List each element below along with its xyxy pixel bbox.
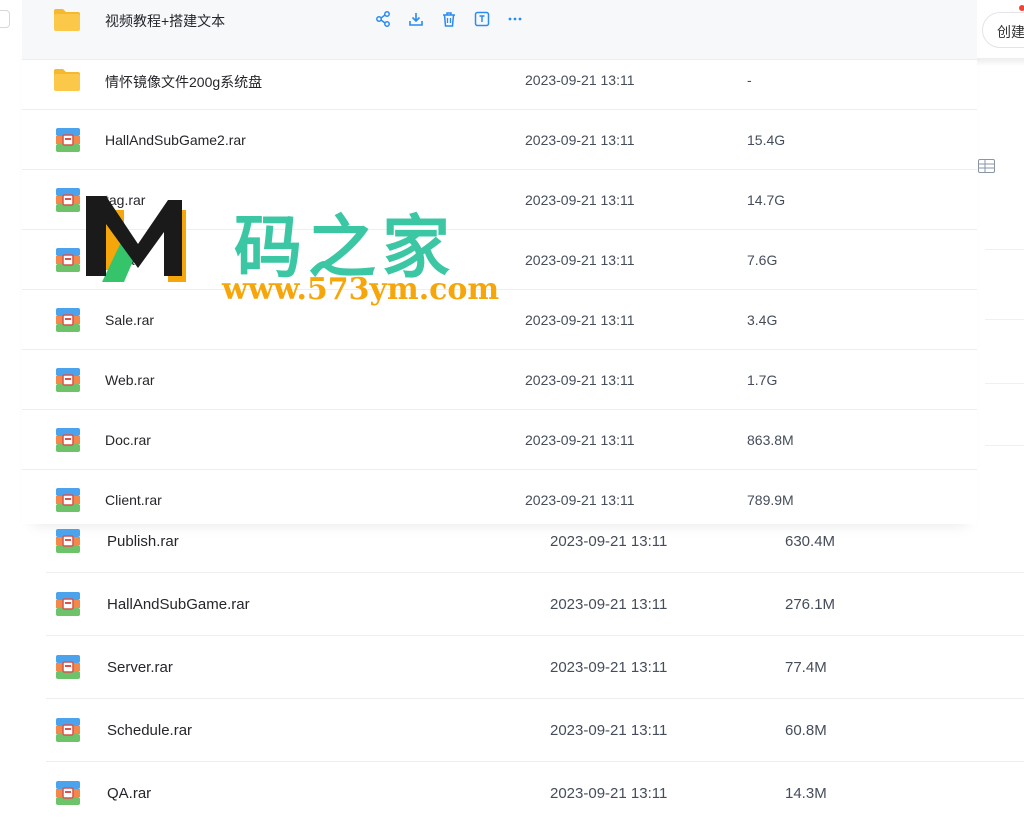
file-name[interactable]: QA.rar [107, 785, 151, 802]
file-size: 7.6G [747, 252, 778, 268]
file-size: 789.9M [747, 492, 794, 508]
create-button[interactable]: 创建 [982, 12, 1024, 48]
file-date: 2023-09-21 13:11 [525, 372, 635, 388]
file-size: - [747, 72, 752, 88]
file-name[interactable]: Server.rar [107, 659, 173, 676]
file-name[interactable]: tag.rar [105, 192, 145, 208]
archive-icon [54, 187, 82, 213]
file-date: 2023-09-21 13:11 [550, 785, 668, 802]
list-item[interactable]: HallAndSubGame.rar 2023-09-21 13:11 276.… [46, 573, 1024, 636]
file-date: 2023-09-21 13:11 [525, 192, 635, 208]
share-icon[interactable] [374, 9, 392, 29]
file-list-bottom: Publish.rar 2023-09-21 13:11 630.4M Hall… [0, 524, 1024, 822]
delete-icon[interactable] [440, 9, 458, 29]
more-icon[interactable] [506, 9, 524, 29]
divider [985, 383, 1024, 384]
list-item[interactable]: Publish.rar 2023-09-21 13:11 630.4M [46, 510, 1024, 573]
file-date: 2023-09-21 13:11 [525, 252, 635, 268]
file-size: 3.4G [747, 312, 778, 328]
list-item[interactable]: R...a 2023-09-21 13:11 7.6G [22, 230, 977, 290]
select-checkbox[interactable] [0, 10, 10, 28]
list-item[interactable]: QA.rar 2023-09-21 13:11 14.3M [46, 762, 1024, 822]
list-item[interactable]: tag.rar 2023-09-21 13:11 14.7G [22, 170, 977, 230]
grid-view-icon[interactable] [978, 159, 995, 173]
archive-icon [54, 654, 82, 680]
archive-icon [54, 591, 82, 617]
folder-icon [52, 67, 82, 93]
file-size: 276.1M [785, 596, 836, 613]
archive-icon [54, 367, 82, 393]
file-name[interactable]: HallAndSubGame2.rar [105, 132, 246, 148]
archive-icon [54, 127, 82, 153]
file-name[interactable]: R...a [105, 252, 135, 268]
file-size: 77.4M [785, 659, 827, 676]
file-name[interactable]: Doc.rar [105, 432, 151, 448]
file-date: 2023-09-21 13:11 [525, 492, 635, 508]
divider [985, 319, 1024, 320]
list-item[interactable]: Schedule.rar 2023-09-21 13:11 60.8M [46, 699, 1024, 762]
file-date: 2023-09-21 13:11 [525, 132, 635, 148]
archive-icon [54, 247, 82, 273]
rename-icon[interactable] [473, 9, 491, 29]
file-name[interactable]: Client.rar [105, 492, 162, 508]
file-name[interactable]: Publish.rar [107, 533, 179, 550]
file-size: 14.7G [747, 192, 786, 208]
file-size: 1.7G [747, 372, 778, 388]
list-item[interactable]: Server.rar 2023-09-21 13:11 77.4M [46, 636, 1024, 699]
file-date: 2023-09-21 13:11 [550, 533, 668, 550]
download-icon[interactable] [407, 9, 425, 29]
file-date: 2023-09-21 13:11 [525, 432, 635, 448]
file-name[interactable]: Web.rar [105, 372, 155, 388]
file-date: 2023-09-21 13:11 [525, 72, 635, 88]
file-size: 863.8M [747, 432, 794, 448]
file-name[interactable]: HallAndSubGame.rar [107, 596, 250, 613]
archive-icon [54, 717, 82, 743]
divider [985, 249, 1024, 250]
file-date: 2023-09-21 13:11 [550, 596, 668, 613]
divider [985, 445, 1024, 446]
file-size: 14.3M [785, 785, 827, 802]
file-name[interactable]: 情怀镜像文件200g系统盘 [105, 72, 262, 92]
file-date: 2023-09-21 13:11 [550, 722, 668, 739]
file-list-top: 视频教程+搭建文本 情怀镜像文件200g系统盘 2023-09-21 13:11… [0, 0, 977, 524]
notification-dot [1019, 5, 1024, 11]
archive-icon [54, 427, 82, 453]
folder-icon [52, 7, 82, 33]
archive-icon [54, 528, 82, 554]
file-name[interactable]: Sale.rar [105, 312, 154, 328]
right-panel-divider [977, 58, 1024, 66]
file-size: 630.4M [785, 533, 836, 550]
file-date: 2023-09-21 13:11 [550, 659, 668, 676]
file-size: 60.8M [785, 722, 827, 739]
file-name[interactable]: 视频教程+搭建文本 [105, 11, 225, 31]
file-name[interactable]: Schedule.rar [107, 722, 192, 739]
list-item[interactable]: Sale.rar 2023-09-21 13:11 3.4G [22, 290, 977, 350]
list-item[interactable]: HallAndSubGame2.rar 2023-09-21 13:11 15.… [22, 110, 977, 170]
archive-icon [54, 307, 82, 333]
archive-icon [54, 780, 82, 806]
file-size: 15.4G [747, 132, 786, 148]
file-date: 2023-09-21 13:11 [525, 312, 635, 328]
list-item[interactable]: 情怀镜像文件200g系统盘 2023-09-21 13:11 - [22, 50, 977, 110]
list-item[interactable]: Web.rar 2023-09-21 13:11 1.7G [22, 350, 977, 410]
row-toolbar [374, 9, 524, 29]
list-item[interactable]: Doc.rar 2023-09-21 13:11 863.8M [22, 410, 977, 470]
